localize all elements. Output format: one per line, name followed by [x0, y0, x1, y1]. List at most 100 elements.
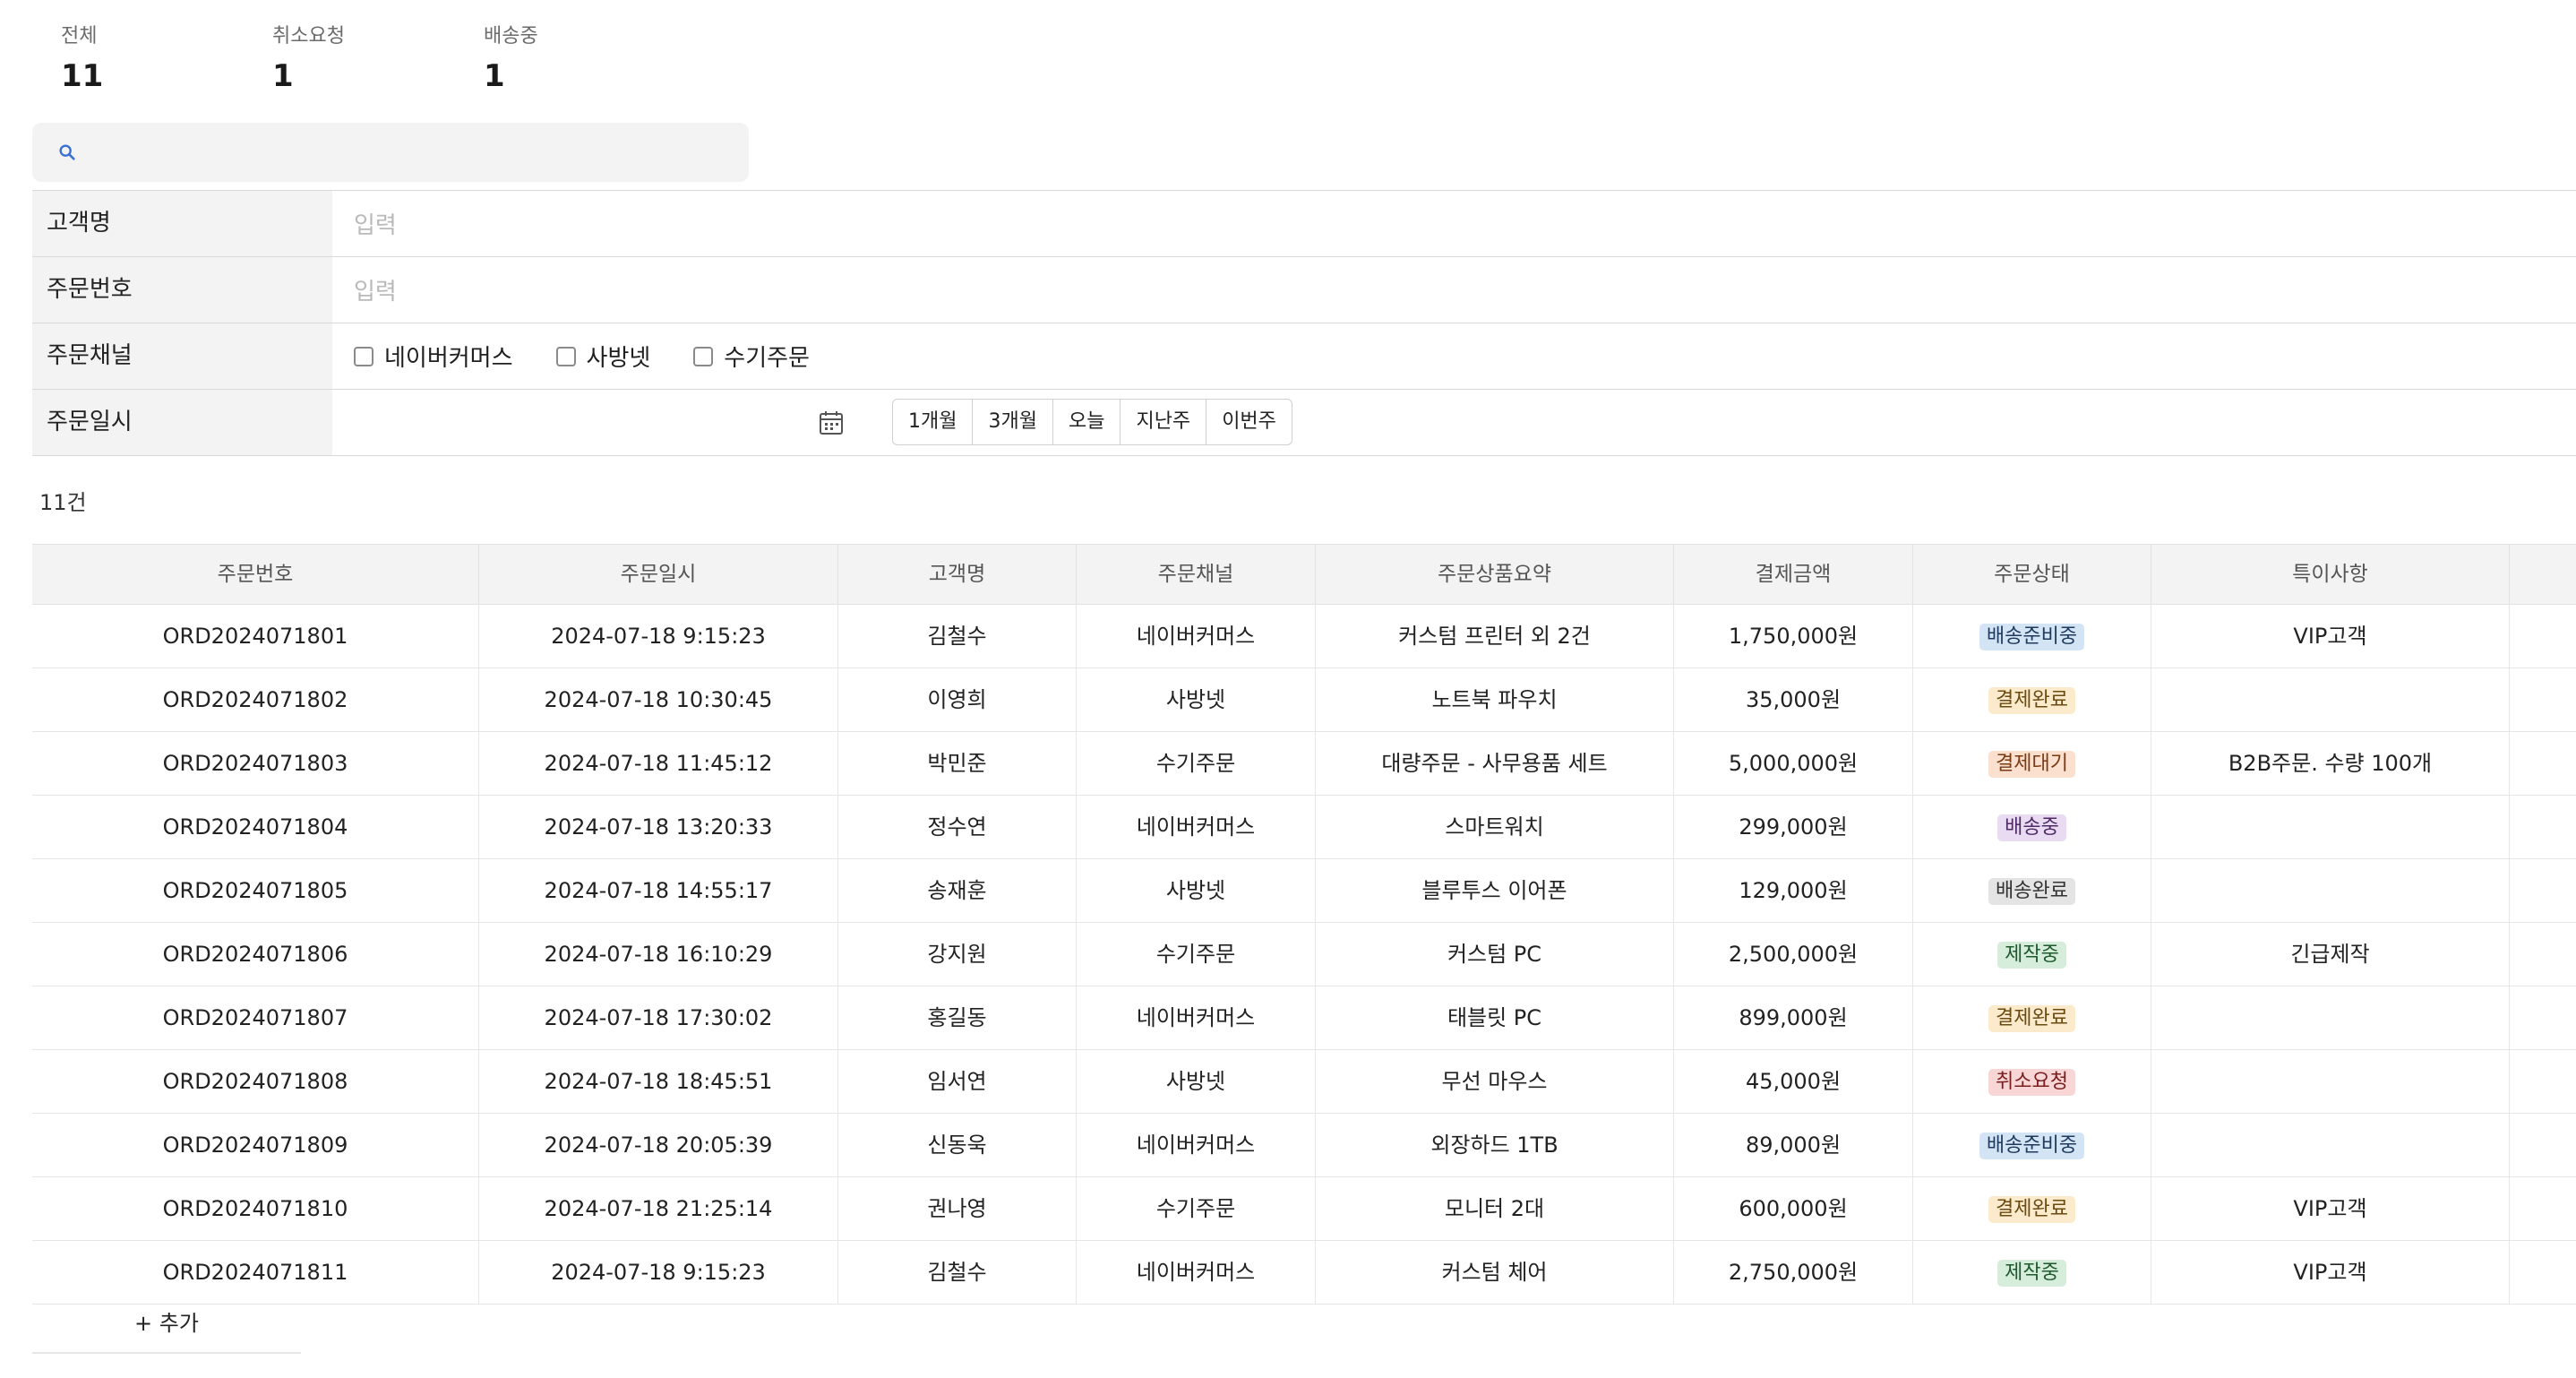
checkbox-box[interactable] — [693, 346, 714, 366]
checkbox-label: 수기주문 — [724, 345, 810, 372]
add-button[interactable]: + 추가 — [32, 1296, 301, 1354]
order-date-range[interactable] — [332, 390, 2576, 455]
table-row[interactable]: ORD2024071803 2024-07-18 11:45:12 박민준 수기주문 대… — [32, 732, 2576, 796]
table-row[interactable]: ORD2024071806 2024-07-18 16:10:29 강지원 수기주문 커… — [32, 923, 2576, 986]
date-button-last-week[interactable]: 지난주 — [1121, 400, 1207, 444]
header-notes[interactable]: 특이사항 — [2151, 545, 2510, 604]
cell-payment-amount: 899,000원 — [1674, 986, 1913, 1049]
cell-product-summary: 무선 마우스 — [1316, 1050, 1674, 1113]
cell-payment-amount: 129,000원 — [1674, 859, 1913, 922]
status-badge: 결제완료 — [1988, 1196, 2075, 1223]
cell-order-date: 2024-07-18 10:30:45 — [479, 668, 838, 731]
input-placeholder: 입력 — [354, 212, 397, 239]
header-order-date[interactable]: 주문일시 — [479, 545, 838, 604]
order-number-input[interactable]: 입력 — [332, 257, 2576, 323]
cell-order-status: 결제완료 — [1913, 668, 2151, 731]
header-channel[interactable]: 주문채널 — [1077, 545, 1316, 604]
checkbox-naver-commerce[interactable]: 네이버커머스 — [354, 340, 513, 373]
cell-notes — [2151, 859, 2510, 922]
date-button-3months[interactable]: 3개월 — [973, 400, 1053, 444]
cell-extra — [2510, 732, 2576, 795]
stat-total[interactable]: 전체 11 — [61, 23, 272, 99]
checkbox-manual-order[interactable]: 수기주문 — [693, 340, 810, 373]
input-placeholder: 입력 — [354, 279, 397, 306]
checkbox-sabangnet[interactable]: 사방넷 — [555, 340, 651, 373]
cell-extra — [2510, 859, 2576, 922]
header-extra[interactable] — [2510, 545, 2576, 604]
cell-order-date: 2024-07-18 14:55:17 — [479, 859, 838, 922]
header-order-status[interactable]: 주문상태 — [1913, 545, 2151, 604]
checkbox-box[interactable] — [354, 346, 374, 366]
cell-notes — [2151, 1114, 2510, 1176]
cell-customer-name: 임서연 — [838, 1050, 1077, 1113]
cell-channel: 네이버커머스 — [1077, 605, 1316, 667]
status-badge: 결제대기 — [1988, 751, 2075, 778]
cell-product-summary: 커스텀 프린터 외 2건 — [1316, 605, 1674, 667]
calendar-icon[interactable] — [817, 409, 846, 437]
stat-cancel-request[interactable]: 취소요청 1 — [272, 23, 484, 99]
cell-channel: 사방넷 — [1077, 1050, 1316, 1113]
search-input[interactable] — [32, 123, 749, 182]
cell-order-number: ORD2024071802 — [32, 668, 479, 731]
cell-channel: 네이버커머스 — [1077, 1241, 1316, 1304]
table-row[interactable]: ORD2024071811 2024-07-18 9:15:23 김철수 네이버커머스… — [32, 1241, 2576, 1305]
cell-product-summary: 모니터 2대 — [1316, 1177, 1674, 1240]
customer-name-input[interactable]: 입력 — [332, 191, 2576, 256]
date-button-today[interactable]: 오늘 — [1053, 400, 1121, 444]
header-customer-name[interactable]: 고객명 — [838, 545, 1077, 604]
stats-bar: 전체 11 취소요청 1 배송중 1 — [61, 23, 695, 99]
table-row[interactable]: ORD2024071810 2024-07-18 21:25:14 권나영 수기주문 모… — [32, 1177, 2576, 1241]
cell-customer-name: 이영희 — [838, 668, 1077, 731]
orders-table: 주문번호 주문일시 고객명 주문채널 주문상품요약 결제금액 주문상태 특이사항 ORD202… — [32, 544, 2576, 1305]
cell-customer-name: 강지원 — [838, 923, 1077, 986]
cell-channel: 사방넷 — [1077, 668, 1316, 731]
cell-product-summary: 태블릿 PC — [1316, 986, 1674, 1049]
cell-product-summary: 스마트워치 — [1316, 796, 1674, 858]
cell-payment-amount: 89,000원 — [1674, 1114, 1913, 1176]
stat-shipping[interactable]: 배송중 1 — [484, 23, 695, 99]
header-order-number[interactable]: 주문번호 — [32, 545, 479, 604]
table-row[interactable]: ORD2024071809 2024-07-18 20:05:39 신동욱 네이버커머… — [32, 1114, 2576, 1177]
status-badge: 배송준비중 — [1979, 624, 2085, 650]
date-button-1month[interactable]: 1개월 — [893, 400, 974, 444]
cell-channel: 수기주문 — [1077, 923, 1316, 986]
cell-extra — [2510, 796, 2576, 858]
cell-order-number: ORD2024071801 — [32, 605, 479, 667]
stat-value: 1 — [272, 58, 294, 94]
cell-customer-name: 권나영 — [838, 1177, 1077, 1240]
filter-row-channel: 주문채널 네이버커머스 사방넷 수기주문 — [32, 323, 2576, 390]
table-row[interactable]: ORD2024071802 2024-07-18 10:30:45 이영희 사방넷 노트… — [32, 668, 2576, 732]
cell-order-status: 취소요청 — [1913, 1050, 2151, 1113]
cell-order-date: 2024-07-18 20:05:39 — [479, 1114, 838, 1176]
table-row[interactable]: ORD2024071808 2024-07-18 18:45:51 임서연 사방넷 무선… — [32, 1050, 2576, 1114]
status-badge: 결제완료 — [1988, 687, 2075, 714]
search-icon — [59, 144, 75, 160]
status-badge: 배송중 — [1997, 814, 2066, 841]
cell-customer-name: 김철수 — [838, 1241, 1077, 1304]
header-payment-amount[interactable]: 결제금액 — [1674, 545, 1913, 604]
table-row[interactable]: ORD2024071804 2024-07-18 13:20:33 정수연 네이버커머… — [32, 796, 2576, 859]
table-row[interactable]: ORD2024071805 2024-07-18 14:55:17 송재훈 사방넷 블루… — [32, 859, 2576, 923]
status-badge: 제작중 — [1997, 1260, 2066, 1287]
status-badge: 배송완료 — [1988, 878, 2075, 905]
table-row[interactable]: ORD2024071807 2024-07-18 17:30:02 홍길동 네이버커머… — [32, 986, 2576, 1050]
cell-order-status: 제작중 — [1913, 1241, 2151, 1304]
cell-order-status: 결제완료 — [1913, 986, 2151, 1049]
table-row[interactable]: ORD2024071801 2024-07-18 9:15:23 김철수 네이버커머스… — [32, 605, 2576, 668]
cell-extra — [2510, 986, 2576, 1049]
cell-extra — [2510, 668, 2576, 731]
cell-product-summary: 블루투스 이어폰 — [1316, 859, 1674, 922]
cell-notes — [2151, 668, 2510, 731]
cell-order-number: ORD2024071809 — [32, 1114, 479, 1176]
filter-row-order-number: 주문번호 입력 — [32, 257, 2576, 323]
cell-order-number: ORD2024071808 — [32, 1050, 479, 1113]
stat-label: 전체 — [61, 25, 98, 47]
cell-notes — [2151, 796, 2510, 858]
date-button-this-week[interactable]: 이번주 — [1206, 400, 1292, 444]
cell-order-number: ORD2024071807 — [32, 986, 479, 1049]
status-badge: 결제완료 — [1988, 1005, 2075, 1032]
header-product-summary[interactable]: 주문상품요약 — [1316, 545, 1674, 604]
checkbox-label: 사방넷 — [586, 345, 651, 372]
cell-payment-amount: 2,500,000원 — [1674, 923, 1913, 986]
checkbox-box[interactable] — [555, 346, 576, 366]
